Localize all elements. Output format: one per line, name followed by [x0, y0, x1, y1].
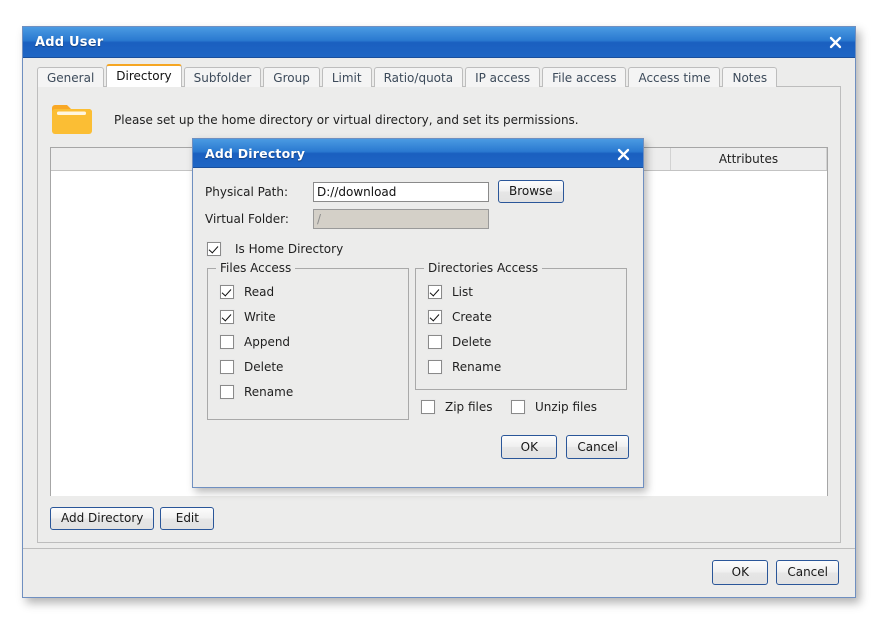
virtual-folder-label: Virtual Folder:: [205, 212, 313, 226]
window-footer: OK Cancel: [23, 548, 855, 597]
files-delete-checkbox[interactable]: [220, 360, 234, 374]
physical-path-input[interactable]: [313, 182, 489, 202]
window-footer-buttons: OK Cancel: [712, 560, 839, 585]
files-append-checkbox[interactable]: [220, 335, 234, 349]
files-write-label: Write: [244, 310, 276, 324]
window-titlebar: Add User: [23, 27, 855, 58]
tab-general[interactable]: General: [37, 67, 104, 87]
add-directory-dialog: Add Directory Physical Path: Browse Virt…: [192, 138, 644, 488]
tab-notes[interactable]: Notes: [722, 67, 777, 87]
files-access-read-row[interactable]: Read: [220, 279, 402, 304]
dialog-cancel-button[interactable]: Cancel: [566, 435, 629, 459]
dialog-ok-button[interactable]: OK: [501, 435, 557, 459]
tab-ratio-quota[interactable]: Ratio/quota: [374, 67, 463, 87]
directories-delete-checkbox[interactable]: [428, 335, 442, 349]
window-ok-button[interactable]: OK: [712, 560, 768, 585]
dialog-titlebar: Add Directory: [193, 139, 643, 168]
files-delete-label: Delete: [244, 360, 283, 374]
tab-ip-access[interactable]: IP access: [465, 67, 540, 87]
window-title: Add User: [23, 35, 103, 50]
dialog-buttons: OK Cancel: [501, 435, 629, 459]
virtual-folder-input: [313, 209, 489, 229]
directories-access-create-row[interactable]: Create: [428, 304, 620, 329]
physical-path-label: Physical Path:: [205, 185, 313, 199]
edit-button[interactable]: Edit: [160, 507, 214, 530]
directories-create-checkbox[interactable]: [428, 310, 442, 324]
files-write-checkbox[interactable]: [220, 310, 234, 324]
add-directory-button[interactable]: Add Directory: [50, 507, 154, 530]
zip-files-checkbox[interactable]: [421, 400, 435, 414]
tab-group[interactable]: Group: [263, 67, 320, 87]
browse-button[interactable]: Browse: [498, 180, 564, 203]
tab-directory[interactable]: Directory: [106, 64, 181, 87]
close-icon[interactable]: [823, 30, 847, 54]
directories-access-title: Directories Access: [424, 261, 542, 275]
unzip-files-checkbox[interactable]: [511, 400, 525, 414]
directories-list-checkbox[interactable]: [428, 285, 442, 299]
files-append-label: Append: [244, 335, 290, 349]
directories-rename-label: Rename: [452, 360, 501, 374]
files-rename-checkbox[interactable]: [220, 385, 234, 399]
tab-file-access[interactable]: File access: [542, 67, 626, 87]
unzip-files-row[interactable]: Unzip files: [511, 400, 597, 414]
files-access-title: Files Access: [216, 261, 295, 275]
tabstrip: General Directory Subfolder Group Limit …: [37, 65, 841, 87]
list-action-buttons: Add Directory Edit: [50, 507, 214, 530]
directories-access-list-row[interactable]: List: [428, 279, 620, 304]
is-home-directory-checkbox[interactable]: [207, 242, 221, 256]
is-home-directory-label: Is Home Directory: [235, 242, 343, 256]
directories-access-delete-row[interactable]: Delete: [428, 329, 620, 354]
directories-delete-label: Delete: [452, 335, 491, 349]
directories-list-label: List: [452, 285, 473, 299]
directories-access-items: List Create Delete Rename: [428, 279, 620, 379]
dialog-body: Physical Path: Browse Virtual Folder: Is…: [193, 168, 643, 487]
virtual-folder-row: Virtual Folder:: [205, 209, 489, 229]
is-home-directory-row[interactable]: Is Home Directory: [207, 242, 343, 256]
files-access-delete-row[interactable]: Delete: [220, 354, 402, 379]
directories-access-group: Directories Access List Create Delete Re…: [415, 268, 627, 390]
zip-files-row[interactable]: Zip files: [421, 400, 493, 414]
directories-rename-checkbox[interactable]: [428, 360, 442, 374]
files-access-write-row[interactable]: Write: [220, 304, 402, 329]
folder-icon: [50, 102, 94, 138]
files-access-append-row[interactable]: Append: [220, 329, 402, 354]
files-access-items: Read Write Append Delete Rename: [220, 279, 402, 404]
files-read-checkbox[interactable]: [220, 285, 234, 299]
directories-create-label: Create: [452, 310, 492, 324]
tab-access-time[interactable]: Access time: [628, 67, 720, 87]
dialog-close-icon[interactable]: [611, 142, 635, 166]
files-access-group: Files Access Read Write Append Delete: [207, 268, 409, 420]
files-read-label: Read: [244, 285, 274, 299]
physical-path-row: Physical Path: Browse: [205, 180, 564, 203]
dialog-title: Add Directory: [193, 146, 305, 161]
files-rename-label: Rename: [244, 385, 293, 399]
column-header-attributes[interactable]: Attributes: [671, 148, 827, 170]
directories-access-rename-row[interactable]: Rename: [428, 354, 620, 379]
hint-row: Please set up the home directory or virt…: [50, 99, 828, 141]
tab-limit[interactable]: Limit: [322, 67, 372, 87]
files-access-rename-row[interactable]: Rename: [220, 379, 402, 404]
zip-files-label: Zip files: [445, 400, 493, 414]
unzip-files-label: Unzip files: [535, 400, 597, 414]
hint-text: Please set up the home directory or virt…: [114, 113, 579, 127]
tab-subfolder[interactable]: Subfolder: [184, 67, 262, 87]
window-cancel-button[interactable]: Cancel: [776, 560, 839, 585]
